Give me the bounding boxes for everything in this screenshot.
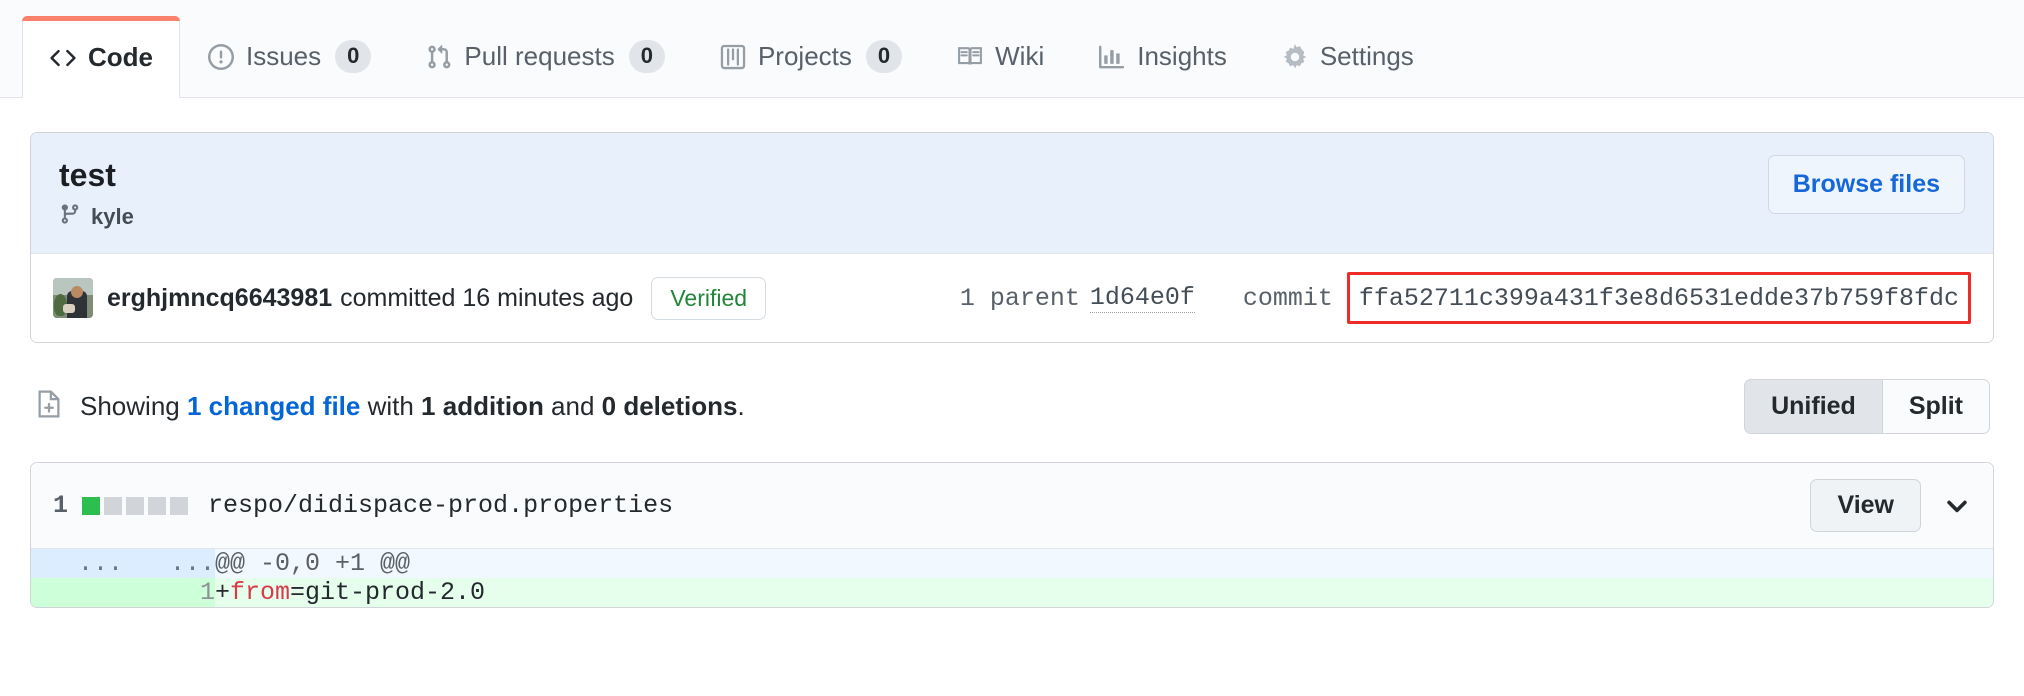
git-branch-icon bbox=[59, 203, 81, 231]
added-old-line-number[interactable] bbox=[31, 578, 123, 607]
commit-page: test kyle Browse files erghjmncq6643981 … bbox=[0, 98, 2024, 608]
commit-message-title: test bbox=[59, 157, 116, 193]
repo-tab-navigation: Code Issues 0 Pull requests 0 Projects 0… bbox=[0, 0, 2024, 98]
added-new-line-number[interactable]: 1 bbox=[123, 578, 215, 607]
commit-header-left: test kyle bbox=[59, 155, 134, 231]
code-icon bbox=[49, 45, 77, 71]
summary-conjunction: and bbox=[543, 391, 602, 421]
hunk-old-line-number[interactable]: ... bbox=[31, 549, 123, 578]
diff-view-toggle: Unified Split bbox=[1744, 379, 1990, 434]
commit-meta-row: erghjmncq6643981 committed 16 minutes ag… bbox=[31, 253, 1993, 342]
issues-counter: 0 bbox=[335, 40, 372, 73]
diff-hunk-row: ... ... @@ -0,0 +1 @@ bbox=[31, 549, 1993, 578]
property-value-token: =git-prod-2.0 bbox=[290, 578, 486, 607]
summary-prefix: Showing bbox=[80, 391, 187, 421]
diff-marker: + bbox=[215, 578, 231, 607]
diff-stat-squares bbox=[82, 496, 189, 515]
tab-label: Projects bbox=[757, 41, 852, 71]
browse-files-button[interactable]: Browse files bbox=[1767, 155, 1965, 214]
tab-wiki[interactable]: Wiki bbox=[929, 15, 1071, 97]
tab-label: Issues bbox=[246, 41, 322, 71]
commit-sha-area: 1 parent 1d64e0f commit ffa52711c399a431… bbox=[960, 272, 1971, 324]
unified-view-button[interactable]: Unified bbox=[1744, 379, 1882, 434]
commit-sha-value[interactable]: ffa52711c399a431f3e8d6531edde37b759f8fdc bbox=[1359, 284, 1959, 313]
verified-badge[interactable]: Verified bbox=[651, 276, 767, 320]
project-icon bbox=[719, 44, 747, 70]
diff-summary-row: Showing 1 changed file with 1 addition a… bbox=[30, 379, 1994, 434]
changed-files-link[interactable]: 1 changed file bbox=[187, 391, 360, 421]
parent-sha-link[interactable]: 1d64e0f bbox=[1089, 283, 1195, 313]
diff-table: ... ... @@ -0,0 +1 @@ 1 +from=git-prod-2… bbox=[31, 549, 1993, 607]
commit-timestamp: committed 16 minutes ago bbox=[340, 283, 634, 312]
commit-header: test kyle Browse files bbox=[31, 133, 1993, 253]
tab-label: Insights bbox=[1137, 41, 1227, 71]
file-diff-box: 1 respo/didispace-prod.properties View .… bbox=[30, 462, 1994, 608]
file-change-count: 1 bbox=[53, 491, 69, 520]
tab-code[interactable]: Code bbox=[22, 16, 180, 98]
commit-sha-highlight-box: ffa52711c399a431f3e8d6531edde37b759f8fdc bbox=[1346, 272, 1971, 324]
deletions-count: 0 deletions bbox=[601, 391, 738, 421]
file-header-actions: View bbox=[1810, 479, 1971, 532]
author-avatar[interactable] bbox=[53, 278, 93, 318]
projects-counter: 0 bbox=[865, 40, 903, 73]
tab-pull-requests[interactable]: Pull requests 0 bbox=[398, 15, 692, 97]
hunk-header-content: @@ -0,0 +1 @@ bbox=[215, 549, 1993, 578]
issue-opened-icon bbox=[207, 43, 235, 70]
additions-count: 1 addition bbox=[421, 391, 544, 421]
commit-author-name[interactable]: erghjmncq6643981 bbox=[107, 284, 332, 313]
commit-summary-box: test kyle Browse files erghjmncq6643981 … bbox=[30, 132, 1994, 343]
tab-projects[interactable]: Projects 0 bbox=[692, 15, 929, 97]
tab-insights[interactable]: Insights bbox=[1071, 15, 1254, 97]
tab-label: Code bbox=[88, 42, 153, 72]
tab-issues[interactable]: Issues 0 bbox=[180, 15, 398, 97]
file-diff-header: 1 respo/didispace-prod.properties View bbox=[31, 463, 1993, 549]
commit-label: commit bbox=[1242, 283, 1333, 313]
diff-file-icon bbox=[34, 389, 64, 424]
property-key-token: from bbox=[230, 578, 291, 607]
gear-icon bbox=[1281, 43, 1309, 70]
split-view-button[interactable]: Split bbox=[1881, 379, 1990, 434]
view-file-button[interactable]: View bbox=[1810, 479, 1921, 532]
tab-label: Settings bbox=[1319, 41, 1414, 71]
summary-suffix: . bbox=[737, 391, 745, 421]
tab-settings[interactable]: Settings bbox=[1254, 15, 1441, 97]
diff-summary-text: Showing 1 changed file with 1 addition a… bbox=[80, 391, 745, 422]
chevron-down-icon[interactable] bbox=[1943, 492, 1971, 520]
parent-label: 1 parent bbox=[959, 283, 1080, 313]
branch-name: kyle bbox=[91, 204, 134, 229]
tab-label: Pull requests bbox=[464, 41, 615, 71]
graph-icon bbox=[1098, 44, 1126, 70]
pull-requests-counter: 0 bbox=[628, 40, 665, 73]
file-path[interactable]: respo/didispace-prod.properties bbox=[208, 491, 673, 520]
hunk-new-line-number[interactable]: ... bbox=[123, 549, 215, 578]
book-icon bbox=[956, 44, 984, 70]
summary-middle: with bbox=[360, 391, 422, 421]
tab-label: Wiki bbox=[995, 41, 1045, 71]
diff-added-row: 1 +from=git-prod-2.0 bbox=[31, 578, 1993, 607]
git-pull-request-icon bbox=[425, 44, 453, 70]
branch-info: kyle bbox=[59, 203, 134, 231]
added-line-content: +from=git-prod-2.0 bbox=[215, 578, 1993, 607]
